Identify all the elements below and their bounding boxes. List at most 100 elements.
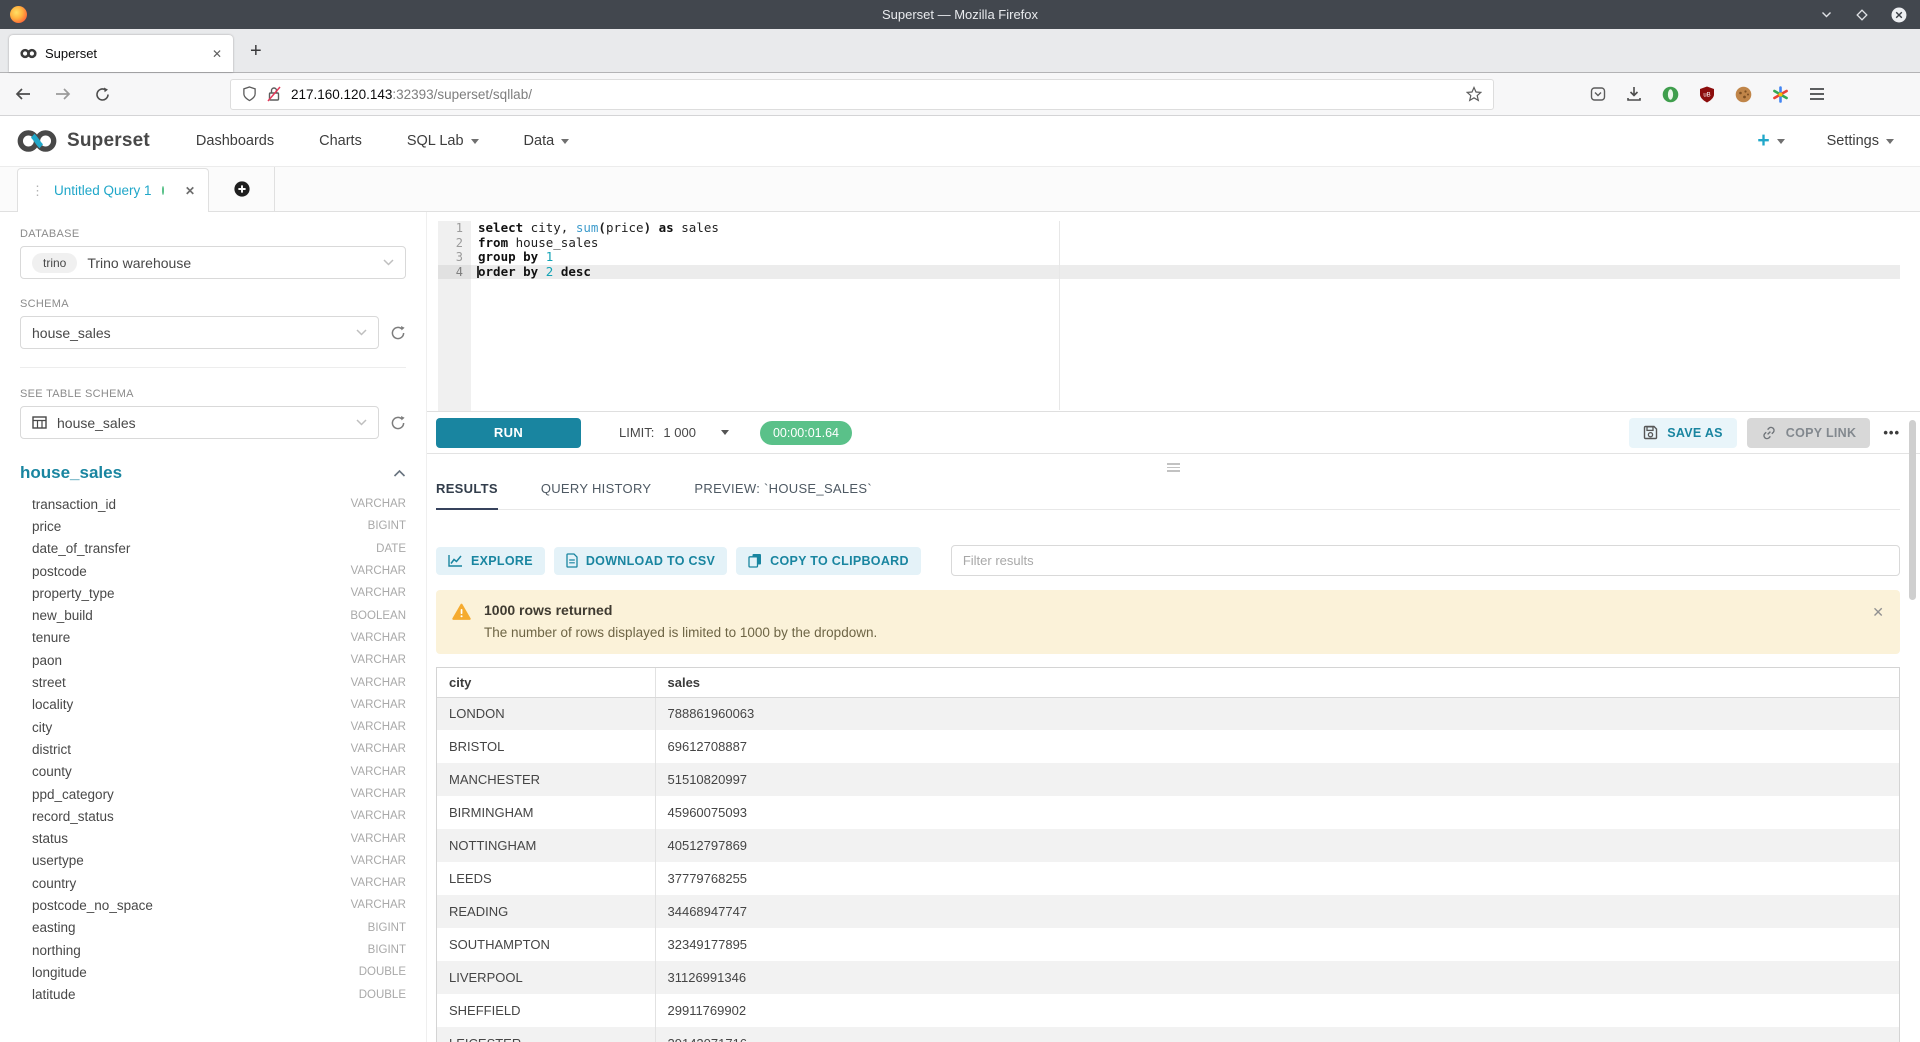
brand-name: Superset	[67, 130, 150, 152]
code-line[interactable]: select city, sum(price) as sales	[471, 221, 1900, 236]
forward-icon[interactable]	[55, 87, 71, 101]
superset-logo-icon	[16, 128, 58, 154]
column-name: city	[32, 720, 351, 735]
copy-to-clipboard-button[interactable]: COPY TO CLIPBOARD	[736, 547, 921, 575]
limit-label: LIMIT:	[619, 425, 654, 440]
download-icon[interactable]	[1626, 86, 1642, 102]
save-icon	[1643, 425, 1658, 440]
column-name: date_of_transfer	[32, 541, 376, 556]
table-select[interactable]: house_sales	[20, 406, 379, 439]
refresh-schema-icon[interactable]	[390, 325, 406, 341]
query-tab-close-icon[interactable]: ✕	[185, 184, 195, 198]
run-button[interactable]: RUN	[436, 418, 581, 448]
reload-icon[interactable]	[95, 87, 110, 102]
window-title: Superset — Mozilla Firefox	[0, 7, 1920, 22]
column-type: VARCHAR	[351, 743, 406, 755]
superset-brand[interactable]: Superset	[16, 128, 150, 154]
sql-editor[interactable]: 1234 select city, sum(price) as salesfro…	[427, 212, 1920, 412]
extension-ublock-icon[interactable]: uB	[1699, 86, 1715, 103]
column-name: price	[32, 519, 368, 534]
schema-select[interactable]: house_sales	[20, 316, 379, 349]
extension-consent-icon[interactable]	[1772, 86, 1789, 103]
print-margin-line	[1059, 221, 1060, 410]
page-scrollbar[interactable]	[1909, 420, 1916, 600]
column-name: county	[32, 764, 351, 779]
schema-column-row: streetVARCHAR	[20, 671, 406, 693]
nav-item-data[interactable]: Data	[524, 133, 570, 149]
table-row: SOUTHAMPTON32349177895	[437, 928, 1899, 961]
new-tab-button[interactable]: +	[250, 40, 262, 63]
save-as-button[interactable]: SAVE AS	[1629, 418, 1737, 448]
refresh-tables-icon[interactable]	[390, 415, 406, 431]
database-select[interactable]: trino Trino warehouse	[20, 246, 406, 279]
bookmark-star-icon[interactable]	[1466, 86, 1482, 102]
table-cell: 34468947747	[655, 895, 1899, 928]
settings-menu[interactable]: Settings	[1827, 133, 1894, 149]
column-type: VARCHAR	[351, 677, 406, 689]
editor-code[interactable]: select city, sum(price) as salesfrom hou…	[471, 221, 1900, 411]
download-csv-button[interactable]: DOWNLOAD TO CSV	[554, 547, 727, 575]
more-actions-button[interactable]: •••	[1883, 425, 1900, 440]
column-type: VARCHAR	[351, 721, 406, 733]
alert-close-icon[interactable]: ✕	[1872, 604, 1884, 640]
extension-cookie-icon[interactable]	[1735, 86, 1752, 103]
nav-item-sql-lab[interactable]: SQL Lab	[407, 133, 479, 149]
code-line[interactable]: group by 1	[471, 250, 1900, 265]
table-cell: 788861960063	[655, 697, 1899, 730]
chevron-down-icon	[721, 430, 729, 435]
schema-column-row: statusVARCHAR	[20, 827, 406, 849]
url-bar[interactable]: 217.160.120.143:32393/superset/sqllab/	[230, 79, 1494, 110]
alert-title: 1000 rows returned	[484, 602, 1872, 618]
code-line[interactable]: from house_sales	[471, 236, 1900, 251]
browser-tab[interactable]: Superset ✕	[9, 35, 233, 72]
pane-resize-handle[interactable]	[427, 454, 1920, 481]
database-name: Trino warehouse	[87, 255, 373, 271]
column-header-city[interactable]: city	[437, 668, 655, 697]
table-row: LEICESTER29142071716	[437, 1027, 1899, 1042]
table-section-title[interactable]: house_sales	[20, 463, 393, 483]
table-row: MANCHESTER51510820997	[437, 763, 1899, 796]
tracking-shield-icon[interactable]	[242, 86, 257, 102]
tab-preview-house-sales[interactable]: PREVIEW: `HOUSE_SALES`	[694, 481, 872, 509]
window-titlebar: Superset — Mozilla Firefox	[0, 0, 1920, 29]
chevron-down-icon	[1777, 139, 1785, 144]
hamburger-menu-icon[interactable]	[1809, 87, 1825, 101]
filter-results-input[interactable]	[951, 545, 1900, 576]
tab-close-icon[interactable]: ✕	[212, 47, 222, 61]
copy-link-button[interactable]: COPY LINK	[1747, 418, 1871, 448]
nav-item-charts[interactable]: Charts	[319, 133, 362, 149]
table-cell: 51510820997	[655, 763, 1899, 796]
schema-label: SCHEMA	[20, 298, 406, 310]
pocket-icon[interactable]	[1590, 86, 1606, 102]
table-cell: LEEDS	[437, 862, 655, 895]
schema-column-row: paonVARCHAR	[20, 649, 406, 671]
column-type: BIGINT	[368, 922, 406, 934]
column-type: BIGINT	[368, 520, 406, 532]
browser-tab-title: Superset	[45, 46, 212, 61]
back-icon[interactable]	[15, 87, 31, 101]
window-close-icon[interactable]	[1891, 7, 1907, 23]
broken-lock-icon[interactable]	[267, 86, 281, 102]
column-type: VARCHAR	[351, 788, 406, 800]
column-type: VARCHAR	[351, 855, 406, 867]
new-item-button[interactable]: +	[1757, 129, 1784, 153]
chevron-down-icon	[471, 139, 479, 144]
column-type: VARCHAR	[351, 810, 406, 822]
column-header-sales[interactable]: sales	[655, 668, 1899, 697]
explore-button[interactable]: EXPLORE	[436, 547, 545, 575]
extension-privacy-icon[interactable]	[1662, 86, 1679, 103]
query-tab[interactable]: ⋮ Untitled Query 1 ✕	[17, 168, 209, 212]
copy-icon	[748, 553, 762, 568]
nav-item-dashboards[interactable]: Dashboards	[196, 133, 274, 149]
window-minimize-icon[interactable]	[1820, 8, 1833, 21]
tab-query-history[interactable]: QUERY HISTORY	[541, 481, 652, 509]
column-name: street	[32, 675, 351, 690]
kebab-menu-icon[interactable]: ⋮	[31, 183, 44, 199]
window-maximize-icon[interactable]	[1855, 8, 1869, 22]
collapse-table-icon[interactable]	[393, 469, 406, 478]
tab-results[interactable]: RESULTS	[436, 481, 498, 510]
code-line[interactable]: order by 2 desc	[471, 265, 1900, 280]
new-query-tab-button[interactable]	[209, 167, 275, 211]
column-name: ppd_category	[32, 787, 351, 802]
limit-dropdown[interactable]: LIMIT: 1 000	[619, 425, 729, 440]
